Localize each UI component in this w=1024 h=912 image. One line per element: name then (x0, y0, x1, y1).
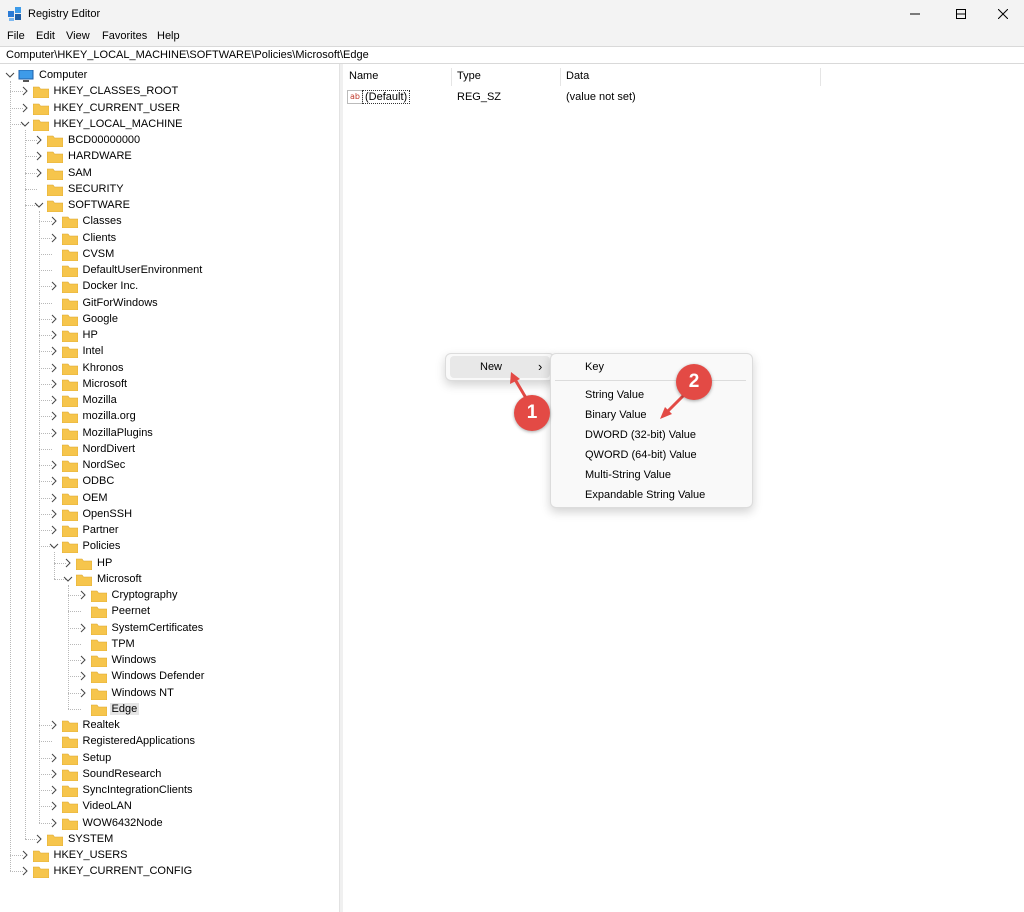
step-2-badge: 2 (676, 364, 712, 400)
annotation-arrows (0, 0, 1024, 912)
step-1-badge: 1 (514, 395, 550, 431)
